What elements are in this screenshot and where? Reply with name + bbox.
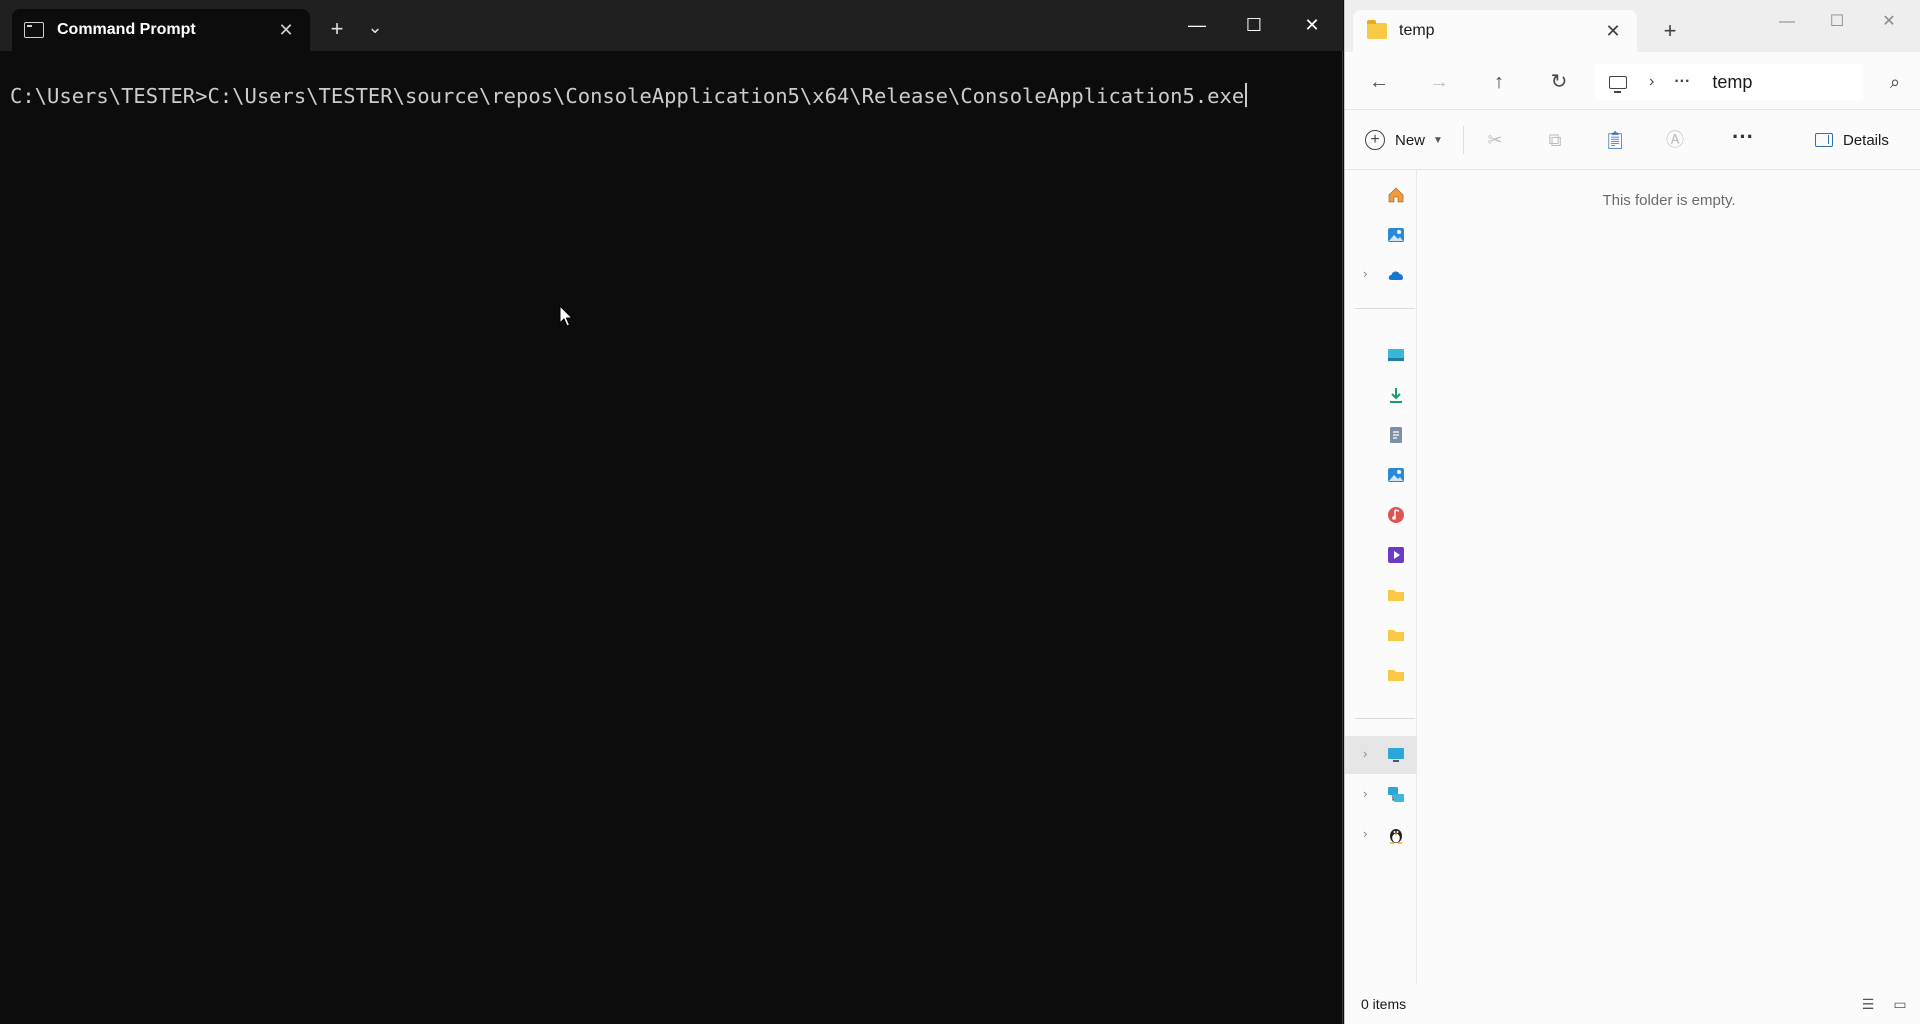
chevron-right-icon[interactable]: › (1363, 786, 1367, 801)
terminal-tab[interactable]: Command Prompt ✕ (12, 9, 310, 51)
rename-icon[interactable]: Ⓐ (1659, 124, 1691, 156)
explorer-titlebar: temp ✕ + — ☐ ✕ (1345, 0, 1920, 52)
status-bar: 0 items ☰ ▭ (1345, 984, 1920, 1024)
cut-icon[interactable]: ✂ (1479, 124, 1511, 156)
chevron-right-icon[interactable]: › (1363, 266, 1367, 281)
computer-icon (1609, 75, 1627, 93)
new-button[interactable]: + New ▼ (1365, 124, 1443, 156)
minimize-button[interactable]: — (1765, 4, 1809, 40)
videos-icon (1388, 547, 1404, 563)
sidebar-item-home[interactable] (1345, 176, 1417, 214)
details-view-icon[interactable]: ☰ (1859, 996, 1877, 1012)
sidebar-item-music[interactable] (1345, 496, 1417, 534)
sidebar-item-onedrive[interactable]: › (1345, 256, 1417, 294)
pictures-icon (1388, 468, 1404, 482)
sidebar-item-downloads[interactable] (1345, 376, 1417, 414)
refresh-button[interactable]: ↻ (1543, 66, 1575, 98)
close-window-button[interactable]: ✕ (1867, 4, 1911, 40)
folder-icon (1388, 670, 1404, 681)
chevron-right-icon[interactable]: › (1363, 746, 1367, 761)
forward-button[interactable]: → (1423, 66, 1455, 98)
empty-folder-message: This folder is empty. (1602, 192, 1736, 209)
sidebar-item-linux[interactable]: › (1345, 816, 1417, 854)
close-tab-icon[interactable]: ✕ (274, 18, 298, 42)
chevron-down-icon: ▼ (1433, 134, 1443, 146)
paste-icon[interactable]: 📋︎ (1599, 124, 1631, 156)
sidebar-item-folder[interactable] (1345, 576, 1417, 614)
terminal-icon (24, 22, 44, 38)
gallery-icon (1388, 228, 1404, 242)
item-count: 0 items (1361, 996, 1407, 1012)
breadcrumb-separator: › (1649, 73, 1655, 90)
sidebar-divider (1355, 718, 1415, 719)
chevron-right-icon[interactable]: › (1363, 826, 1367, 841)
terminal-titlebar: Command Prompt ✕ + ⌄ — ☐ ✕ (0, 0, 1343, 51)
copy-icon[interactable]: ⧉ (1539, 124, 1571, 156)
sidebar-item-documents[interactable] (1345, 416, 1417, 454)
music-icon (1388, 507, 1404, 523)
breadcrumb-current[interactable]: temp (1712, 72, 1752, 93)
back-button[interactable]: ← (1363, 66, 1395, 98)
up-button[interactable]: ↑ (1483, 66, 1515, 98)
file-explorer-window: temp ✕ + — ☐ ✕ ← → ↑ ↻ › ··· temp ⌕ + Ne… (1344, 0, 1920, 1024)
text-cursor (1245, 83, 1248, 107)
terminal-window: Command Prompt ✕ + ⌄ — ☐ ✕ C:\Users\TEST… (0, 0, 1343, 1024)
linux-icon (1390, 829, 1402, 844)
documents-icon (1390, 427, 1402, 443)
new-tab-button[interactable]: + (1655, 16, 1685, 46)
sidebar-item-videos[interactable] (1345, 536, 1417, 574)
details-button[interactable]: Details (1815, 124, 1889, 156)
navigation-pane: › › › › (1345, 170, 1417, 984)
tiles-view-icon[interactable]: ▭ (1891, 996, 1909, 1012)
sidebar-item-desktop[interactable] (1345, 336, 1417, 374)
sidebar-item-network[interactable]: › (1345, 776, 1417, 814)
network-icon (1388, 787, 1404, 802)
minimize-button[interactable]: — (1174, 6, 1220, 44)
home-icon (1388, 187, 1404, 203)
sidebar-item-this-pc[interactable]: › (1345, 736, 1417, 774)
terminal-tab-title: Command Prompt (57, 21, 196, 38)
desktop-screen: Command Prompt ✕ + ⌄ — ☐ ✕ C:\Users\TEST… (0, 0, 1920, 1024)
command-line: C:\Users\TESTER>C:\Users\TESTER\source\r… (10, 83, 1248, 108)
sidebar-item-pictures[interactable] (1345, 456, 1417, 494)
command-bar: + New ▼ ✂ ⧉ 📋︎ Ⓐ ··· Details (1345, 110, 1920, 170)
plus-icon: + (1365, 130, 1385, 150)
more-options-button[interactable]: ··· (1727, 124, 1759, 156)
maximize-button[interactable]: ☐ (1815, 4, 1859, 40)
close-window-button[interactable]: ✕ (1289, 6, 1335, 44)
tab-dropdown-button[interactable]: ⌄ (360, 12, 390, 42)
onedrive-icon (1388, 271, 1403, 280)
explorer-tab-title: temp (1399, 22, 1435, 39)
details-pane-icon (1815, 133, 1833, 147)
command-text: C:\Users\TESTER>C:\Users\TESTER\source\r… (10, 84, 1245, 108)
this-pc-icon (1388, 748, 1404, 762)
desktop-icon (1388, 349, 1404, 361)
terminal-output[interactable]: C:\Users\TESTER>C:\Users\TESTER\source\r… (0, 51, 1343, 1024)
toolbar-divider (1463, 126, 1464, 154)
new-button-label: New (1395, 131, 1426, 149)
maximize-button[interactable]: ☐ (1231, 6, 1277, 44)
navigation-bar: ← → ↑ ↻ › ··· temp ⌕ (1345, 52, 1920, 110)
sidebar-divider (1355, 308, 1415, 309)
close-tab-icon[interactable]: ✕ (1601, 19, 1625, 43)
folder-icon (1388, 590, 1404, 601)
sidebar-item-gallery[interactable] (1345, 216, 1417, 254)
breadcrumb-overflow-button[interactable]: ··· (1674, 73, 1690, 91)
search-icon[interactable]: ⌕ (1877, 64, 1913, 100)
sidebar-item-folder[interactable] (1345, 616, 1417, 654)
sidebar-item-folder[interactable] (1345, 656, 1417, 694)
downloads-icon (1390, 388, 1402, 403)
details-button-label: Details (1843, 131, 1889, 149)
folder-icon (1388, 630, 1404, 641)
mouse-pointer-icon (559, 304, 574, 327)
address-bar[interactable]: › ··· temp (1595, 64, 1863, 100)
new-tab-button[interactable]: + (322, 14, 352, 44)
folder-icon (1367, 20, 1387, 39)
explorer-tab[interactable]: temp ✕ (1353, 10, 1637, 52)
